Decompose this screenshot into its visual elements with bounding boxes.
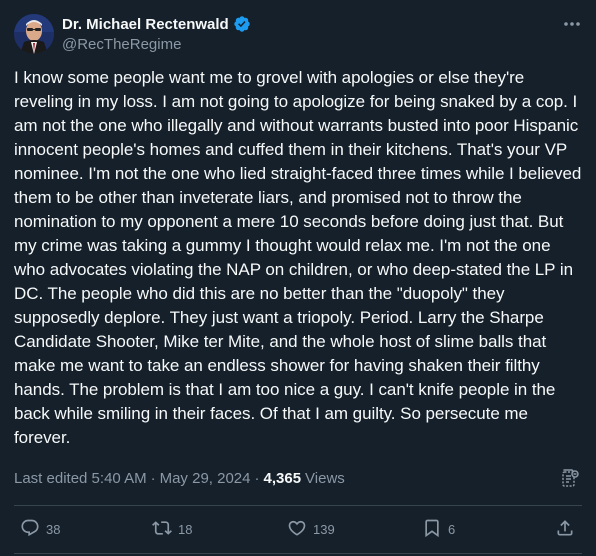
repost-button[interactable]: 18	[152, 517, 192, 541]
bookmark-icon	[422, 518, 442, 541]
display-name-row: Dr. Michael Rectenwald	[62, 14, 251, 34]
meta-separator: ·	[254, 469, 260, 487]
avatar[interactable]	[14, 14, 54, 54]
post-date[interactable]: May 29, 2024	[160, 470, 251, 487]
like-button[interactable]: 139	[287, 517, 335, 541]
edited-time[interactable]: Last edited 5:40 AM	[14, 470, 147, 487]
author-names: Dr. Michael Rectenwald @RecTheRegime	[62, 14, 251, 53]
share-icon	[555, 518, 575, 541]
avatar-image	[14, 14, 54, 54]
bookmark-button[interactable]: 6	[422, 517, 455, 541]
views-label: Views	[305, 469, 345, 487]
author-display-name[interactable]: Dr. Michael Rectenwald	[62, 16, 229, 33]
verified-badge-icon[interactable]	[233, 15, 251, 33]
reply-count: 38	[46, 521, 61, 537]
reply-icon	[20, 518, 40, 541]
divider	[14, 505, 582, 506]
repost-count: 18	[178, 521, 193, 537]
views-count: 4,365	[263, 469, 302, 487]
post-header: Dr. Michael Rectenwald @RecTheRegime	[14, 12, 584, 56]
action-bar: 38 18 139 6	[14, 512, 584, 546]
post-analytics-icon[interactable]	[560, 468, 580, 488]
bookmark-count: 6	[448, 521, 456, 537]
like-count: 139	[313, 521, 335, 537]
post-meta: Last edited 5:40 AM · May 29, 2024 · 4,3…	[14, 466, 584, 490]
more-horizontal-icon[interactable]	[560, 14, 584, 34]
post-text: I know some people want me to grovel wit…	[14, 68, 582, 447]
share-button[interactable]	[555, 517, 575, 541]
heart-icon	[287, 518, 307, 541]
meta-separator: ·	[150, 469, 156, 487]
repost-icon	[152, 518, 172, 541]
reply-button[interactable]: 38	[20, 517, 60, 541]
divider	[14, 553, 582, 554]
post-card: Dr. Michael Rectenwald @RecTheRegime I k…	[0, 0, 596, 556]
author-handle[interactable]: @RecTheRegime	[62, 36, 251, 53]
